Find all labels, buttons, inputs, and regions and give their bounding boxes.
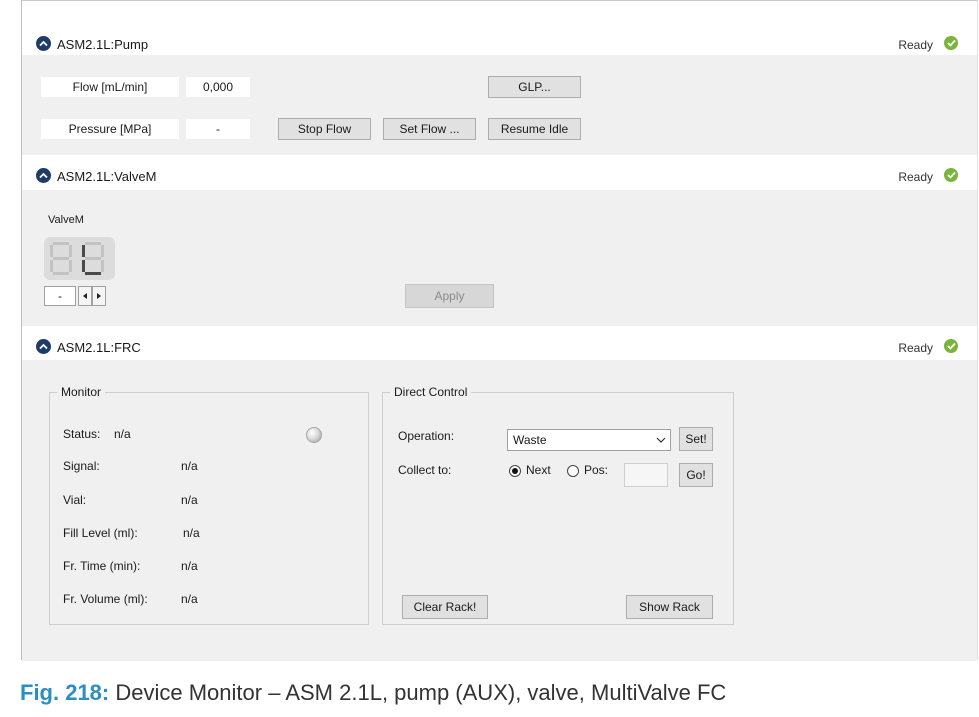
collapse-chevron-icon[interactable]: [36, 168, 51, 183]
pump-section-body: Flow [mL/min] 0,000 Pressure [MPa] - GLP…: [22, 55, 977, 155]
collect-to-label: Collect to:: [398, 463, 452, 477]
set-button[interactable]: Set!: [679, 427, 713, 451]
status-label: Status:: [63, 427, 101, 441]
fill-level-value: n/a: [183, 526, 200, 540]
figure-caption: Fig. 218: Device Monitor – ASM 2.1L, pum…: [20, 680, 726, 706]
next-radio-label[interactable]: Next: [526, 463, 551, 477]
figure-caption-text: Device Monitor – ASM 2.1L, pump (AUX), v…: [115, 680, 727, 705]
valve-position-input[interactable]: -: [44, 286, 76, 306]
operation-select-value: Waste: [513, 433, 547, 447]
glp-button[interactable]: GLP...: [488, 76, 581, 98]
signal-value: n/a: [181, 459, 198, 473]
next-radio[interactable]: [509, 465, 521, 477]
monitor-group: Monitor Status: n/a Signal: n/a Vial: n/…: [49, 385, 369, 625]
pump-section-header[interactable]: ASM2.1L:Pump Ready: [22, 33, 977, 55]
show-rack-button[interactable]: Show Rack: [626, 595, 713, 619]
valve-label: ValveM: [48, 214, 84, 226]
fr-volume-value: n/a: [181, 592, 198, 606]
valve-position-display: [44, 237, 115, 280]
direct-control-group: Direct Control Operation: Waste Set! Col…: [382, 385, 734, 625]
valve-status-text: Ready: [898, 170, 933, 184]
device-monitor-panel: ASM2.1L:Pump Ready Flow [mL/min] 0,000 P…: [21, 0, 978, 661]
stop-flow-button[interactable]: Stop Flow: [278, 118, 371, 140]
pressure-label: Pressure [MPa]: [41, 119, 179, 139]
direct-control-group-title: Direct Control: [390, 385, 472, 399]
fr-time-label: Fr. Time (min):: [63, 559, 141, 573]
clear-rack-button[interactable]: Clear Rack!: [402, 595, 488, 619]
frc-section-header[interactable]: ASM2.1L:FRC Ready: [22, 336, 977, 358]
pos-input[interactable]: [624, 463, 668, 487]
vial-value: n/a: [181, 493, 198, 507]
frc-section-body: Monitor Status: n/a Signal: n/a Vial: n/…: [22, 360, 977, 661]
collapse-chevron-icon[interactable]: [36, 36, 51, 51]
operation-select[interactable]: Waste: [507, 429, 671, 451]
pump-status-text: Ready: [898, 38, 933, 52]
status-value: n/a: [114, 427, 131, 441]
arrow-left-icon[interactable]: [78, 286, 92, 306]
ready-check-icon: [944, 36, 958, 50]
valve-section-header[interactable]: ASM2.1L:ValveM Ready: [22, 165, 977, 187]
fr-time-value: n/a: [181, 559, 198, 573]
set-flow-button[interactable]: Set Flow ...: [383, 118, 476, 140]
valve-section-body: ValveM - Apply: [22, 190, 977, 326]
resume-idle-button[interactable]: Resume Idle: [488, 118, 581, 140]
operation-label: Operation:: [398, 429, 455, 443]
vial-label: Vial:: [63, 493, 87, 507]
pump-section-title: ASM2.1L:Pump: [57, 37, 149, 52]
fill-level-label: Fill Level (ml):: [63, 526, 138, 540]
frc-section-title: ASM2.1L:FRC: [57, 340, 141, 355]
monitor-group-title: Monitor: [57, 385, 106, 399]
pos-radio-label[interactable]: Pos:: [584, 463, 608, 477]
flow-value: 0,000: [186, 77, 250, 97]
arrow-right-icon[interactable]: [92, 286, 106, 306]
pressure-value: -: [186, 119, 250, 139]
ready-check-icon: [944, 168, 958, 182]
flow-label: Flow [mL/min]: [41, 77, 179, 97]
chevron-down-icon: [656, 433, 666, 447]
signal-label: Signal:: [63, 459, 100, 473]
seven-segment-icon: [50, 242, 104, 275]
fr-volume-label: Fr. Volume (ml):: [63, 592, 148, 606]
valve-section-title: ASM2.1L:ValveM: [57, 169, 157, 184]
collapse-chevron-icon[interactable]: [36, 339, 51, 354]
status-led-icon: [306, 427, 322, 443]
go-button[interactable]: Go!: [679, 463, 713, 487]
pos-radio[interactable]: [567, 465, 579, 477]
ready-check-icon: [944, 339, 958, 353]
frc-status-text: Ready: [898, 341, 933, 355]
figure-number: Fig. 218:: [20, 680, 110, 705]
radio-selected-dot: [512, 468, 518, 474]
apply-button[interactable]: Apply: [405, 284, 494, 308]
